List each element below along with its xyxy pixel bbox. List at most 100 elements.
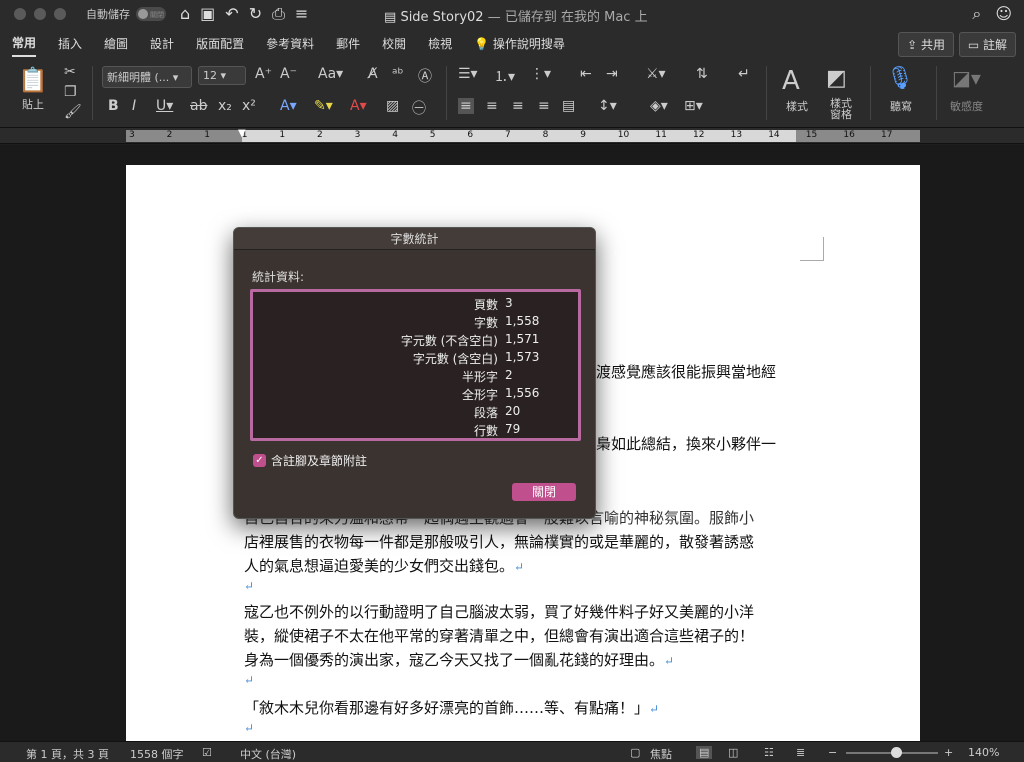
microphone-icon[interactable]: 🎙 bbox=[886, 66, 914, 91]
font-color-icon[interactable]: A▾ bbox=[350, 98, 367, 114]
indent-marker-icon[interactable]: ▼ bbox=[238, 128, 246, 139]
align-center-icon[interactable]: ≡ bbox=[486, 98, 498, 114]
underline-icon[interactable]: U▾ bbox=[156, 98, 173, 114]
stat-label: 全形字 bbox=[461, 388, 498, 402]
paste-icon[interactable]: 📋 bbox=[18, 66, 48, 94]
document-line-text: 身為一個優秀的演出家，寇乙今天又找了一個亂花錢的好理由。 bbox=[244, 651, 665, 669]
tab-home[interactable]: 常用 bbox=[12, 30, 37, 57]
zoom-level[interactable]: 140% bbox=[968, 746, 999, 759]
superscript-icon[interactable]: x² bbox=[242, 98, 256, 114]
borders-icon[interactable]: ⊞▾ bbox=[684, 98, 703, 114]
zoom-window-button[interactable] bbox=[54, 8, 66, 20]
comments-button[interactable]: ▭ 註解 bbox=[958, 32, 1016, 57]
grow-font-icon[interactable]: A⁺ bbox=[255, 66, 272, 82]
autosave-toggle[interactable]: 關閉 bbox=[136, 7, 166, 21]
numbering-icon[interactable]: ⒈▾ bbox=[494, 66, 515, 86]
word-count[interactable]: 1558 個字 bbox=[130, 746, 184, 762]
home-icon[interactable]: ⌂ bbox=[180, 4, 190, 24]
tab-layout[interactable]: 版面配置 bbox=[196, 31, 244, 56]
close-button[interactable]: 關閉 bbox=[512, 483, 576, 501]
copy-icon[interactable]: ❐ bbox=[64, 84, 77, 100]
styles-pane-label-2: 窗格 bbox=[830, 108, 852, 121]
sensitivity-icon[interactable]: ◪▾ bbox=[952, 66, 981, 90]
shading-icon[interactable]: ◈▾ bbox=[650, 98, 668, 114]
zoom-in-icon[interactable]: + bbox=[944, 746, 953, 759]
paste-label: 貼上 bbox=[22, 98, 44, 111]
styles-icon[interactable]: A bbox=[782, 66, 800, 96]
tab-draw[interactable]: 繪圖 bbox=[104, 31, 128, 56]
stat-value: 3 bbox=[505, 296, 513, 310]
zoom-slider-handle[interactable] bbox=[891, 747, 902, 758]
include-footnotes-checkbox[interactable]: ✓ 含註腳及章節附註 bbox=[253, 452, 367, 469]
show-formatting-marks-icon[interactable]: ↵ bbox=[738, 66, 750, 82]
tab-insert[interactable]: 插入 bbox=[58, 31, 82, 56]
format-painter-icon[interactable]: 🖌 bbox=[64, 104, 82, 120]
language[interactable]: 中文 (台灣) bbox=[240, 746, 296, 762]
strikethrough-icon[interactable]: ab bbox=[190, 98, 207, 114]
distributed-icon[interactable]: ▤ bbox=[562, 98, 575, 114]
tab-view[interactable]: 檢視 bbox=[428, 31, 452, 56]
proofing-icon[interactable]: ☑ bbox=[202, 746, 212, 759]
ruler-number: 9 bbox=[580, 130, 586, 140]
justify-icon[interactable]: ≡ bbox=[538, 98, 550, 114]
margin-corner-mark bbox=[800, 237, 824, 261]
subscript-icon[interactable]: x₂ bbox=[218, 98, 232, 114]
redo-icon[interactable]: ↻ bbox=[249, 4, 262, 24]
focus-icon[interactable]: ▢ bbox=[630, 746, 640, 759]
share-button[interactable]: ⇪ 共用 bbox=[898, 32, 954, 57]
zoom-out-icon[interactable]: − bbox=[828, 746, 837, 759]
tab-mailings[interactable]: 郵件 bbox=[336, 31, 360, 56]
ruler-number: 7 bbox=[505, 130, 511, 140]
comment-icon: ▭ bbox=[967, 38, 980, 52]
save-icon[interactable]: ▣ bbox=[200, 4, 215, 24]
close-window-button[interactable] bbox=[14, 8, 26, 20]
include-footnotes-label: 含註腳及章節附註 bbox=[271, 454, 368, 468]
asian-layout-icon[interactable]: ⚔▾ bbox=[646, 66, 666, 82]
ruler-number: 3 bbox=[354, 130, 361, 140]
ribbon: 📋 貼上 ✂ ❐ 🖌 新細明體 (... ▾ 12 ▾ A⁺ A⁻ Aa▾ A̸… bbox=[0, 58, 1024, 128]
sort-icon[interactable]: ⇅ bbox=[696, 66, 708, 82]
align-left-icon[interactable]: ≡ bbox=[458, 98, 474, 114]
draft-view-icon[interactable]: ≣ bbox=[796, 746, 805, 759]
outline-view-icon[interactable]: ☷ bbox=[764, 746, 774, 759]
align-right-icon[interactable]: ≡ bbox=[512, 98, 524, 114]
change-case-icon[interactable]: Aa▾ bbox=[318, 66, 343, 82]
page-info[interactable]: 第 1 頁，共 3 頁 bbox=[26, 746, 109, 762]
phonetic-guide-icon[interactable]: ᵃᵇ bbox=[392, 66, 403, 82]
text-effects-icon[interactable]: A▾ bbox=[280, 98, 297, 114]
tab-review[interactable]: 校閱 bbox=[382, 31, 406, 56]
web-layout-icon[interactable]: ◫ bbox=[728, 746, 738, 759]
styles-pane-icon[interactable]: ◩ bbox=[826, 66, 847, 91]
enclose-characters-icon[interactable]: ㊀ bbox=[412, 98, 426, 118]
ruler-number: 16 bbox=[843, 130, 855, 140]
tab-references[interactable]: 參考資料 bbox=[266, 31, 314, 56]
minimize-window-button[interactable] bbox=[34, 8, 46, 20]
document-line: 身為一個優秀的演出家，寇乙今天又找了一個亂花錢的好理由。↵ bbox=[244, 649, 674, 670]
horizontal-ruler[interactable]: 3 2 1 1 1 2 3 4 5 6 7 8 9 10 11 12 13 14 15 16 17 ▼ bbox=[0, 128, 1024, 144]
decrease-indent-icon[interactable]: ⇤ bbox=[580, 66, 592, 82]
font-size-select[interactable]: 12 ▾ bbox=[198, 66, 246, 85]
line-spacing-icon[interactable]: ↕▾ bbox=[598, 98, 617, 114]
bullets-icon[interactable]: ☰▾ bbox=[458, 66, 478, 82]
increase-indent-icon[interactable]: ⇥ bbox=[606, 66, 618, 82]
customize-toolbar-icon[interactable]: ≡ bbox=[295, 4, 308, 24]
shrink-font-icon[interactable]: A⁻ bbox=[280, 66, 297, 82]
print-layout-icon[interactable]: ▤ bbox=[696, 746, 713, 759]
italic-icon[interactable]: I bbox=[132, 98, 136, 114]
feedback-smiley-icon[interactable]: ☺ bbox=[995, 4, 1012, 24]
search-icon[interactable]: ⌕ bbox=[972, 4, 981, 24]
print-icon[interactable]: ⎙ bbox=[272, 4, 285, 24]
focus-label[interactable]: 焦點 bbox=[650, 746, 672, 762]
cut-icon[interactable]: ✂ bbox=[64, 64, 76, 80]
tab-design[interactable]: 設計 bbox=[150, 31, 174, 56]
clear-formatting-icon[interactable]: A̸ bbox=[368, 66, 378, 82]
character-border-icon[interactable]: Ⓐ bbox=[418, 66, 432, 86]
tell-me[interactable]: 💡 操作說明搜尋 bbox=[474, 31, 565, 56]
font-name-select[interactable]: 新細明體 (... ▾ bbox=[102, 66, 192, 88]
bold-icon[interactable]: B bbox=[108, 98, 119, 114]
undo-icon[interactable]: ↶ bbox=[225, 4, 238, 24]
highlight-color-icon[interactable]: ✎▾ bbox=[314, 98, 333, 114]
multilevel-list-icon[interactable]: ⋮▾ bbox=[530, 66, 551, 82]
title-bar-right: ⌕ ☺ bbox=[972, 4, 1012, 24]
character-shading-icon[interactable]: ▨ bbox=[386, 98, 399, 114]
